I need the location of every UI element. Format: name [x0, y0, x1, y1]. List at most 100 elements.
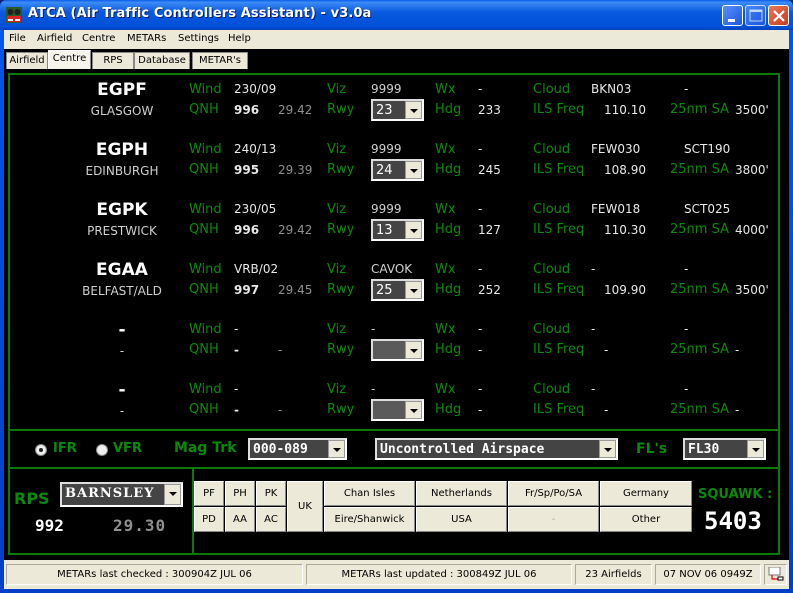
maximize-icon — [749, 9, 763, 22]
runway-select[interactable]: 13 — [371, 219, 424, 241]
minimize-button[interactable] — [722, 5, 743, 26]
dropdown-arrow-icon[interactable] — [328, 440, 345, 458]
squawk-btn-pk[interactable]: PK — [256, 481, 286, 506]
hdg-label: Hdg — [435, 282, 462, 297]
wx-value: - — [478, 82, 483, 96]
dropdown-arrow-icon[interactable] — [405, 101, 422, 119]
squawk-btn-uk[interactable]: UK — [287, 481, 323, 532]
qnh-inhg-value: - — [278, 403, 283, 417]
cloud-layer-2: SCT025 — [684, 202, 731, 216]
menu-file[interactable]: File — [9, 33, 26, 44]
wx-label: Wx — [435, 202, 456, 217]
squawk-btn-pf[interactable]: PF — [194, 481, 224, 506]
ils-freq-value: - — [604, 343, 609, 357]
wind-value: - — [234, 322, 239, 336]
airfield-name: GLASGOW — [90, 104, 154, 118]
menu-settings[interactable]: Settings — [178, 33, 219, 44]
dropdown-arrow-icon[interactable] — [164, 484, 181, 505]
cloud-layer-2: - — [684, 322, 689, 336]
tab-centre[interactable]: Centre — [48, 50, 91, 69]
airspace-select[interactable]: Uncontrolled Airspace — [375, 438, 618, 460]
airspace-value: Uncontrolled Airspace — [380, 442, 545, 457]
runway-select[interactable]: 25 — [371, 279, 424, 301]
squawk-btn-usa[interactable]: USA — [416, 507, 507, 532]
dropdown-arrow-icon[interactable] — [405, 161, 422, 179]
tab-metars[interactable]: METAR's — [192, 52, 248, 69]
runway-select[interactable]: 24 — [371, 159, 424, 181]
wx-value: - — [478, 202, 483, 216]
runway-select[interactable]: 23 — [371, 99, 424, 121]
squawk-btn-fr-sp-po-sa[interactable]: Fr/Sp/Po/SA — [508, 481, 599, 506]
menu-airfield[interactable]: Airfield — [37, 33, 72, 44]
mag-trk-value: 000-089 — [253, 442, 308, 457]
airfield-icao: EGPH — [95, 140, 149, 160]
qnh-inhg-value: 29.42 — [278, 223, 313, 237]
vfr-radio[interactable] — [96, 444, 108, 456]
wx-value: - — [478, 322, 483, 336]
fl-select[interactable]: FL30 — [683, 438, 766, 460]
safe-altitude-value: - — [735, 403, 740, 417]
menu-centre[interactable]: Centre — [82, 33, 115, 44]
wind-value: VRB/02 — [234, 262, 279, 276]
squawk-btn-eire-shanwick[interactable]: Eire/Shanwick — [324, 507, 415, 532]
qnh-label: QNH — [189, 342, 219, 357]
dropdown-arrow-icon[interactable] — [405, 401, 422, 419]
hdg-value: 245 — [478, 163, 501, 177]
safe-altitude-label: 25nm SA — [670, 402, 729, 417]
wx-label: Wx — [435, 382, 456, 397]
rps-region-select[interactable]: BARNSLEY — [60, 482, 183, 507]
dropdown-arrow-icon[interactable] — [405, 221, 422, 239]
qnh-label: QNH — [189, 162, 219, 177]
row-divider — [12, 195, 776, 197]
row-divider — [12, 375, 776, 377]
ifr-radio[interactable] — [35, 444, 47, 456]
safe-altitude-label: 25nm SA — [670, 282, 729, 297]
cloud-layer-2: - — [684, 82, 689, 96]
squawk-btn-ac[interactable]: AC — [256, 507, 286, 532]
ils-freq-value: 110.30 — [604, 223, 646, 237]
squawk-btn-pd[interactable]: PD — [194, 507, 224, 532]
squawk-btn-ph[interactable]: PH — [225, 481, 255, 506]
runway-select[interactable] — [371, 339, 424, 361]
viz-value: CAVOK — [371, 262, 413, 276]
dropdown-arrow-icon[interactable] — [405, 341, 422, 359]
wx-label: Wx — [435, 82, 456, 97]
tab-rps[interactable]: RPS — [92, 52, 134, 69]
squawk-btn-chan-isles[interactable]: Chan Isles — [324, 481, 415, 506]
squawk-btn-aa[interactable]: AA — [225, 507, 255, 532]
client-area: File Airfield Centre METARs Settings Hel… — [4, 30, 789, 589]
squawk-label: SQUAWK : — [698, 487, 773, 502]
mag-trk-select[interactable]: 000-089 — [248, 438, 347, 460]
title-bar[interactable]: ATCA (Air Traffic Controllers Assistant)… — [0, 0, 793, 30]
viz-value: 9999 — [371, 82, 402, 96]
dropdown-arrow-icon[interactable] — [747, 440, 764, 458]
runway-select[interactable] — [371, 399, 424, 421]
squawk-btn-germany[interactable]: Germany — [600, 481, 692, 506]
qnh-inhg-value: 29.45 — [278, 283, 313, 297]
close-button[interactable] — [768, 5, 789, 26]
menu-bar: File Airfield Centre METARs Settings Hel… — [4, 30, 789, 49]
cloud-label: Cloud — [533, 202, 571, 217]
ils-freq-label: ILS Freq — [533, 402, 585, 417]
cloud-layer-2: - — [684, 262, 689, 276]
airfield-icao: EGPF — [97, 80, 147, 100]
dropdown-arrow-icon[interactable] — [405, 281, 422, 299]
safe-altitude-label: 25nm SA — [670, 222, 729, 237]
close-icon — [773, 10, 785, 22]
airfields-frame — [8, 73, 780, 431]
tab-database[interactable]: Database — [134, 52, 190, 69]
status-bar: METARs last checked : 300904Z JUL 06 MET… — [4, 560, 789, 589]
vfr-label: VFR — [113, 441, 142, 456]
hdg-value: - — [478, 403, 483, 417]
airfield-icao: - — [118, 320, 126, 340]
squawk-btn-other[interactable]: Other — [600, 507, 692, 532]
maximize-button[interactable] — [745, 5, 766, 26]
cloud-label: Cloud — [533, 82, 571, 97]
menu-help[interactable]: Help — [228, 33, 251, 44]
tab-airfield[interactable]: Airfield — [6, 52, 48, 69]
rps-qnh: 992 — [35, 516, 64, 535]
squawk-btn-blank[interactable]: - — [508, 507, 599, 532]
dropdown-arrow-icon[interactable] — [599, 440, 616, 458]
squawk-btn-netherlands[interactable]: Netherlands — [416, 481, 507, 506]
menu-metars[interactable]: METARs — [127, 33, 166, 44]
